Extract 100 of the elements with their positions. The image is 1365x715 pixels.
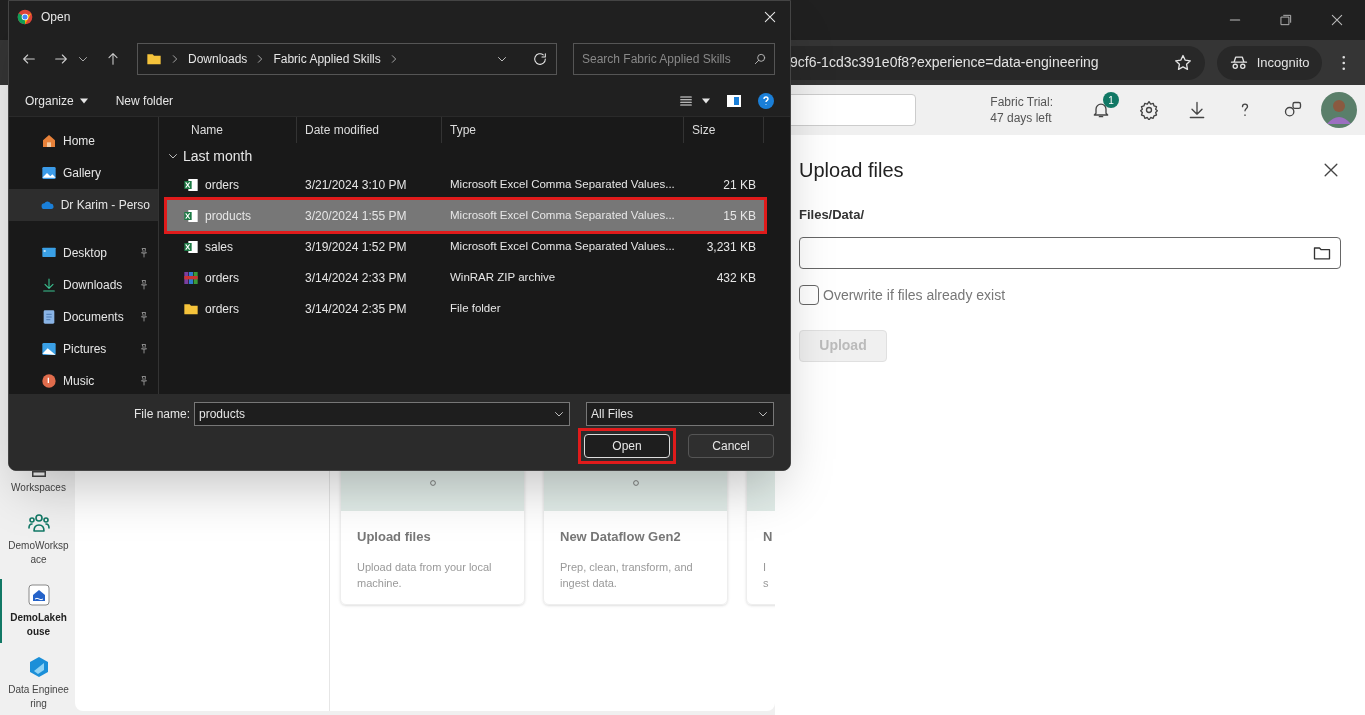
music-icon — [41, 373, 57, 389]
file-size: 3,231 KB — [705, 238, 757, 256]
sidebar-item[interactable]: Documents — [9, 301, 158, 333]
panel-title: Upload files — [799, 158, 904, 183]
sidebar-item[interactable]: Home — [9, 125, 158, 157]
notification-badge: 1 — [1103, 92, 1119, 108]
download-icon — [41, 277, 57, 293]
file-row[interactable]: products 3/20/2024 1:55 PM Microsoft Excel Comma Separated Values... 15 KB — [167, 200, 764, 231]
file-name-field[interactable]: products — [194, 402, 570, 426]
card-description: I s — [763, 559, 770, 591]
column-header[interactable]: Date modified — [297, 117, 442, 143]
group-header[interactable]: Last month — [167, 143, 782, 169]
help-icon[interactable] — [758, 92, 774, 109]
chevron-right-icon — [170, 54, 180, 64]
card-title: New Dataflow Gen2 — [560, 528, 682, 546]
card-description: Prep, clean, transform, and ingest data. — [560, 559, 694, 591]
card-icon — [428, 477, 437, 489]
file-size: 15 KB — [722, 207, 757, 225]
card-icon — [631, 477, 640, 489]
trial-days: 47 days left — [990, 110, 1053, 126]
back-icon[interactable] — [21, 51, 37, 67]
column-header[interactable]: Type — [442, 117, 684, 143]
avatar[interactable] — [1321, 92, 1357, 128]
caret-icon[interactable] — [79, 97, 88, 104]
file-row[interactable]: orders 3/21/2024 3:10 PM Microsoft Excel Comma Separated Values... 21 KB — [167, 169, 764, 200]
file-date: 3/20/2024 1:55 PM — [304, 207, 408, 225]
archive-icon — [183, 269, 199, 286]
pin-icon — [138, 279, 150, 291]
close-icon[interactable] — [1329, 12, 1345, 28]
chrome-icon — [17, 9, 33, 25]
breadcrumb-item[interactable]: Fabric Applied Skills — [273, 50, 381, 68]
organize-button[interactable]: Organize — [25, 91, 88, 110]
file-date: 3/21/2024 3:10 PM — [304, 176, 408, 194]
pictures-icon — [41, 341, 57, 357]
settings-icon[interactable] — [1139, 100, 1159, 120]
file-size: 21 KB — [722, 176, 757, 194]
spreadsheet-icon — [183, 176, 199, 193]
open-button[interactable]: Open — [584, 434, 670, 458]
nav-item[interactable]: Data Engineering — [0, 651, 75, 715]
pin-icon — [138, 375, 150, 387]
pin-icon — [138, 343, 150, 355]
file-row[interactable]: orders 3/14/2024 2:35 PM File folder — [167, 293, 764, 324]
spreadsheet-icon — [183, 207, 199, 224]
incognito-button[interactable]: Incognito — [1216, 45, 1322, 80]
forward-icon[interactable] — [53, 51, 69, 67]
up-icon[interactable] — [105, 51, 121, 67]
cancel-button[interactable]: Cancel — [688, 434, 774, 458]
address-bar[interactable]: 9cf6-1cd3c391e0f8?experience=data-engineering — [790, 45, 1205, 80]
column-header[interactable]: Name — [167, 117, 297, 143]
file-name: sales — [205, 238, 233, 256]
file-row[interactable]: sales 3/19/2024 1:52 PM Microsoft Excel Comma Separated Values... 3,231 KB — [167, 231, 764, 262]
file-date: 3/14/2024 2:33 PM — [304, 269, 408, 287]
file-name: orders — [205, 269, 239, 287]
sidebar-item[interactable]: Gallery — [9, 157, 158, 189]
overwrite-label: Overwrite if files already exist — [823, 285, 1006, 305]
card-title: Upload files — [357, 528, 432, 546]
path-label: Files/Data/ — [799, 206, 866, 224]
gallery-icon — [41, 165, 57, 181]
refresh-icon[interactable] — [532, 51, 548, 67]
caret-icon[interactable] — [702, 97, 710, 104]
breadcrumb-item[interactable]: Downloads — [188, 50, 248, 68]
card-title: N — [763, 528, 774, 546]
star-icon[interactable] — [1172, 52, 1193, 73]
dialog-title: Open — [41, 9, 71, 26]
card-description: Upload data from your local machine. — [357, 559, 493, 591]
file-row[interactable]: orders 3/14/2024 2:33 PM WinRAR ZIP archive 432 KB — [167, 262, 764, 293]
sidebar-item[interactable]: Music — [9, 365, 158, 394]
file-type: WinRAR ZIP archive — [449, 269, 557, 285]
close-icon[interactable] — [762, 9, 778, 25]
column-header[interactable]: Size — [684, 117, 764, 143]
download-icon[interactable] — [1187, 100, 1207, 120]
file-name: products — [205, 207, 252, 225]
file-type: Microsoft Excel Comma Separated Values... — [449, 207, 676, 223]
file-type: Microsoft Excel Comma Separated Values... — [449, 176, 676, 192]
new-folder-button[interactable]: New folder — [115, 91, 174, 110]
sidebar-item[interactable]: Desktop — [9, 237, 158, 269]
search-icon — [753, 52, 767, 66]
home-icon — [41, 133, 57, 149]
nav-item[interactable]: DemoWorkspace — [0, 507, 75, 571]
trial-label: Fabric Trial: — [990, 94, 1053, 110]
file-name: orders — [205, 176, 239, 194]
file-date: 3/19/2024 1:52 PM — [304, 238, 408, 256]
file-type: File folder — [449, 300, 502, 316]
file-date: 3/14/2024 2:35 PM — [304, 300, 408, 318]
overwrite-checkbox[interactable] — [799, 285, 819, 305]
file-input-field[interactable] — [799, 236, 1341, 269]
url-text: 9cf6-1cd3c391e0f8?experience=data-engineering — [790, 53, 1099, 72]
address-field[interactable]: Downloads Fabric Applied Skills — [137, 43, 557, 75]
people-icon — [26, 511, 51, 535]
file-type-dropdown[interactable]: All Files — [586, 402, 774, 426]
restore-icon[interactable] — [1279, 13, 1293, 27]
nav-item[interactable]: Workspaces — [0, 467, 75, 499]
file-type: Microsoft Excel Comma Separated Values... — [449, 238, 676, 254]
sidebar-item[interactable]: Pictures — [9, 333, 158, 365]
search-field[interactable]: Search Fabric Applied Skills — [573, 43, 775, 75]
sidebar-item[interactable]: Dr Karim - Perso — [9, 189, 158, 221]
sidebar-item[interactable]: Downloads — [9, 269, 158, 301]
folder-icon — [146, 51, 162, 67]
preview-pane-icon[interactable] — [726, 92, 742, 109]
file-name-label: File name: — [133, 406, 190, 423]
